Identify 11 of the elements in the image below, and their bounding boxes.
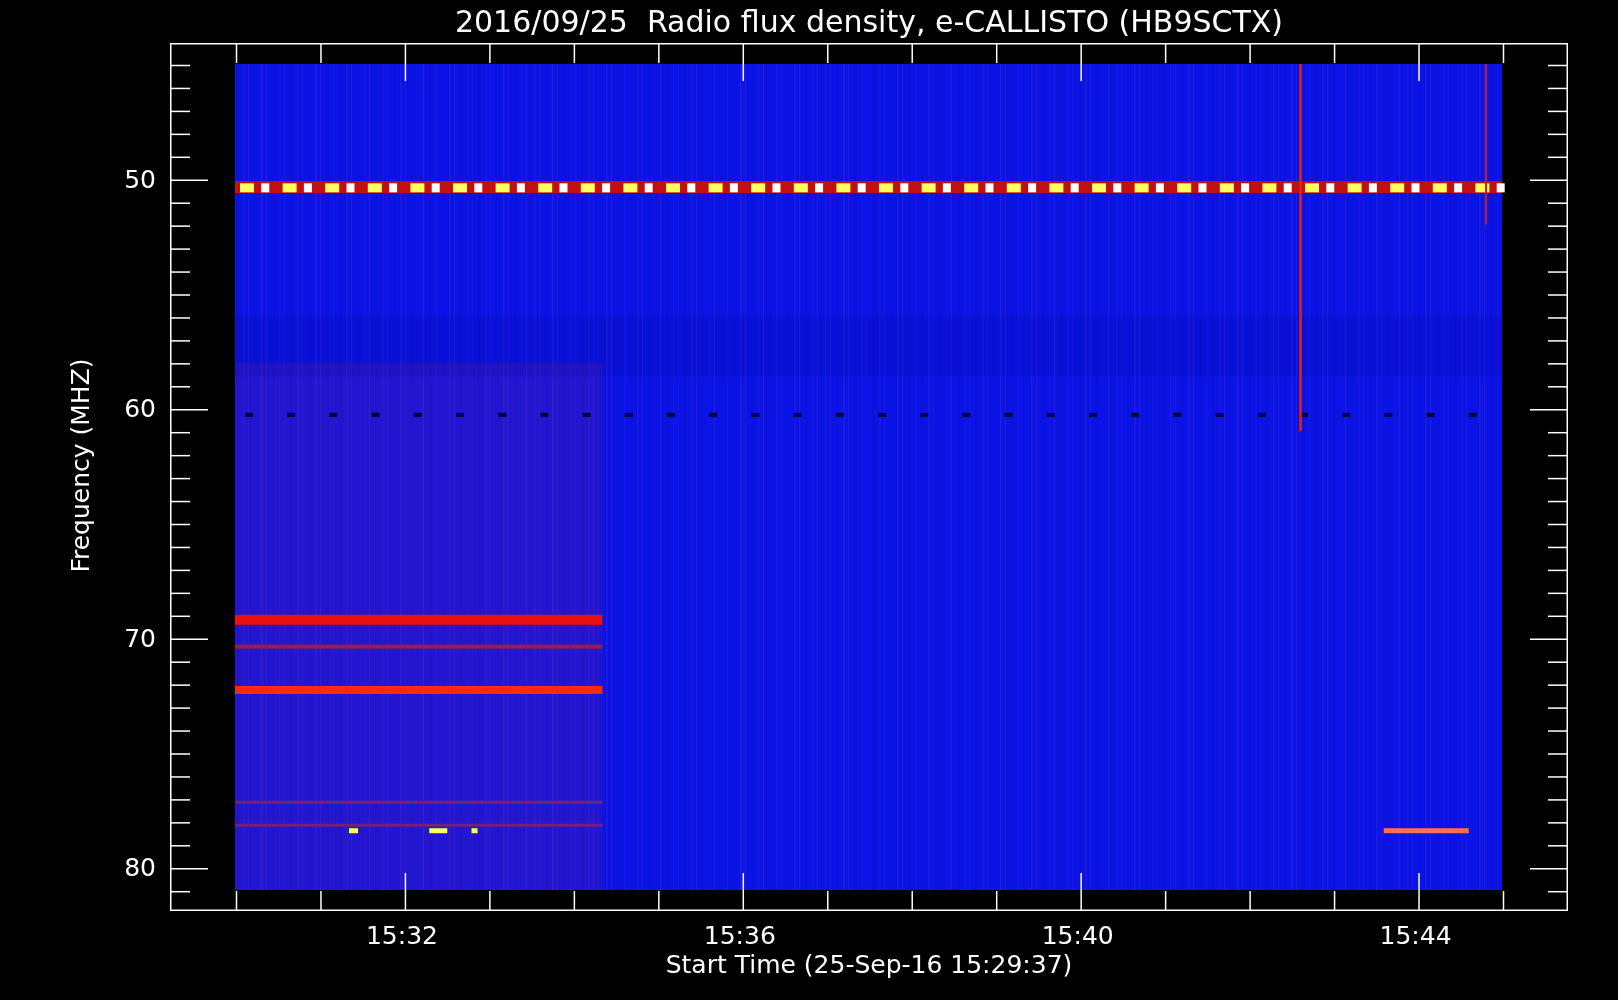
- tick-label: 70: [124, 625, 156, 651]
- tick-label: 15:44: [1379, 923, 1452, 948]
- tick-label: 80: [124, 855, 156, 881]
- tick-label: 15:40: [1041, 923, 1114, 948]
- chart-title: 2016/09/25 Radio flux density, e-CALLISTO (HB9SCTX): [454, 6, 1284, 37]
- axis-label: Start Time (25-Sep-16 15:29:37): [665, 952, 1073, 977]
- tick-label: 50: [124, 166, 156, 192]
- tick-label: 15:32: [365, 923, 438, 948]
- tick-label: 60: [124, 396, 156, 422]
- axis-label: Frequency (MHZ): [67, 358, 93, 573]
- tick-label: 15:36: [703, 923, 776, 948]
